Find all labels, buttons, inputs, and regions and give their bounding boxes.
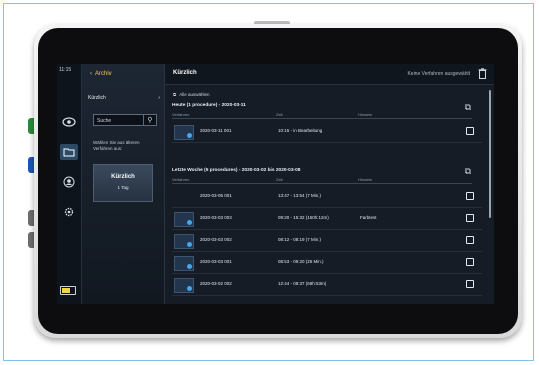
col-note: Hinweis [358, 112, 373, 117]
checkbox[interactable] [466, 127, 474, 135]
filter-hint: Wählen Sie aus älteren Verfahren aus: [93, 140, 140, 151]
procedure-time: 08:53 - 09:20 (26 Min.) [278, 259, 324, 264]
select-all-label: Alle auswählen [179, 92, 210, 97]
procedure-id: 2020-03-03 003 [200, 215, 232, 220]
table-row[interactable]: 2020-03-03 002 08:12 - 08:19 (7 Min.) [172, 229, 482, 252]
procedure-time: 09:20 - 15:32 (150h:12m) [278, 215, 329, 220]
col-time: Zeit [276, 112, 283, 117]
chevron-left-icon: ‹ [90, 71, 92, 77]
folder-icon[interactable] [60, 144, 78, 160]
table-row[interactable]: 2020-03-03 003 09:20 - 15:32 (150h:12m) … [172, 207, 482, 230]
selection-status: Keine Verfahren ausgewählt [407, 71, 470, 77]
recent-filter-sub: 1 Tag [117, 185, 129, 190]
procedure-id: 2020-03-03 002 [200, 237, 232, 242]
recent-filter-title: Kürzlich [111, 174, 135, 180]
procedure-thumbnail [174, 125, 194, 140]
procedure-id: 2020-03-02 002 [200, 281, 232, 286]
procedure-time: 08:12 - 08:19 (7 Min.) [278, 237, 322, 242]
user-icon[interactable] [60, 174, 78, 190]
checkbox[interactable] [466, 258, 474, 266]
procedure-id: 2020-03-11 001 [200, 128, 232, 133]
copy-icon: ⧉ [173, 92, 177, 97]
procedure-id: 2020-03-05 001 [200, 193, 232, 198]
column-headers: Verfahren Zeit Hinweis [172, 177, 472, 184]
procedure-thumbnail [174, 212, 194, 227]
icon-rail: 11:15 [57, 64, 82, 304]
procedure-time: 10:15 - in Bearbeitung [278, 128, 323, 133]
checkbox[interactable] [466, 280, 474, 288]
panel-header: Kürzlich Keine Verfahren ausgewählt [165, 64, 494, 85]
procedure-note: Farbtest [360, 215, 377, 220]
col-time: Zeit [276, 177, 283, 182]
recent-filter-button[interactable]: Kürzlich 1 Tag [93, 164, 153, 202]
procedure-list-panel: Kürzlich Keine Verfahren ausgewählt ⧉ Al… [165, 64, 494, 304]
copy-icon[interactable]: ⧉ [465, 166, 471, 177]
clock: 11:15 [59, 67, 72, 73]
procedure-thumbnail [174, 234, 194, 249]
chevron-right-icon: › [158, 95, 160, 101]
table-row[interactable]: 2020-03-05 001 13:47 - 13:54 (7 Min.) [172, 185, 482, 208]
page-title: Kürzlich [173, 70, 197, 76]
checkbox[interactable] [466, 214, 474, 222]
filter-row-label: Kürzlich [88, 95, 106, 101]
checkbox[interactable] [466, 192, 474, 200]
col-procedure: Verfahren [172, 112, 190, 117]
procedure-thumbnail [174, 256, 194, 271]
procedure-thumbnail [174, 278, 194, 293]
back-label: Archiv [95, 71, 112, 77]
col-procedure: Verfahren [172, 177, 190, 182]
procedure-time: 13:47 - 13:54 (7 Min.) [278, 193, 322, 198]
checkbox[interactable] [466, 236, 474, 244]
procedure-time: 12:44 - 09:37 (68h:53m) [278, 281, 327, 286]
trash-icon[interactable] [478, 68, 487, 81]
col-note: Hinweis [358, 177, 373, 182]
gear-icon[interactable] [60, 204, 78, 220]
procedure-id: 2020-03-03 001 [200, 259, 232, 264]
search-icon[interactable]: ⚲ [143, 115, 156, 125]
table-row[interactable]: 2020-03-03 001 08:53 - 09:20 (26 Min.) [172, 251, 482, 274]
filter-row-recent[interactable]: Kürzlich › [88, 95, 160, 101]
scrollbar[interactable] [489, 90, 491, 218]
battery-icon [60, 286, 76, 295]
column-headers: Verfahren Zeit Hinweis [172, 112, 472, 119]
search-placeholder: Suche [97, 118, 112, 124]
table-row[interactable]: 2020-03-02 002 12:44 - 09:37 (68h:53m) [172, 273, 482, 296]
group-title-last-week: Letzte Woche (5 procedures) - 2020-03-02… [172, 168, 301, 173]
back-link[interactable]: ‹ Archiv [90, 71, 112, 77]
tablet-screen: 11:15 ‹ Archiv Kürzlich › Suche ⚲ Wählen… [57, 64, 494, 304]
filter-panel: ‹ Archiv Kürzlich › Suche ⚲ Wählen Sie a… [82, 64, 165, 304]
search-input[interactable]: Suche ⚲ [93, 114, 157, 126]
group-title-today: Heute (1 procedure) - 2020-03-11 [172, 103, 246, 108]
eye-icon[interactable] [60, 114, 78, 130]
table-row[interactable]: 2020-03-11 001 10:15 - in Bearbeitung [172, 120, 482, 143]
select-all-button[interactable]: ⧉ Alle auswählen [173, 92, 210, 97]
